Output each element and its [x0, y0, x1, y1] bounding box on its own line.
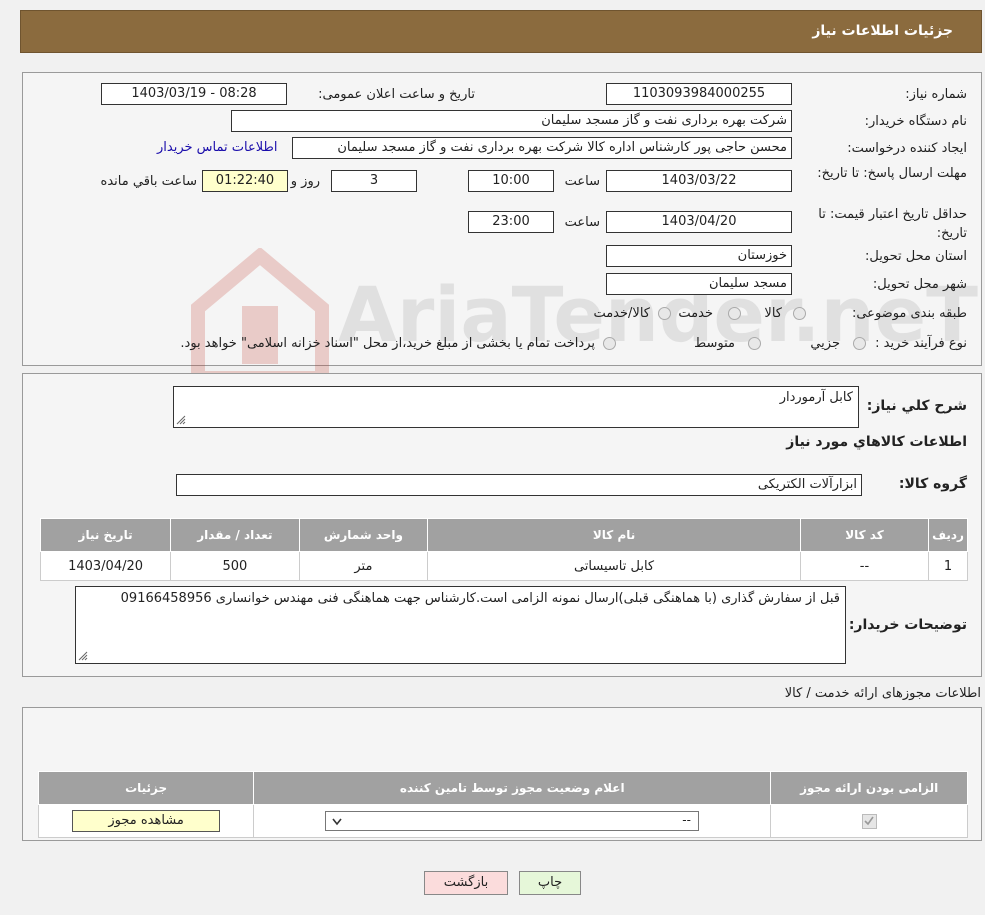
- page-title: جزئیات اطلاعات نیاز: [812, 23, 953, 39]
- summary-label: شرح کلي نياز:: [866, 398, 967, 414]
- cell-goods-name: کابل تاسیساتی: [427, 551, 801, 581]
- process-radio-medium[interactable]: [748, 337, 761, 350]
- process-option-minor: جزیي: [810, 336, 840, 351]
- table-row: -- مشاهده مجوز: [37, 804, 968, 838]
- watermark-logo-icon: [191, 248, 329, 385]
- category-option-goods-service: کالا/خدمت: [593, 306, 650, 321]
- resize-grip-icon: [78, 651, 88, 661]
- goods-group-label: گروه کالا:: [898, 476, 967, 492]
- col-permit-details: جزئیات: [37, 771, 255, 805]
- cell-permit-details: مشاهده مجوز: [37, 804, 255, 838]
- process-note: پرداخت تمام یا بخشی از مبلغ خرید،از محل …: [180, 336, 595, 351]
- category-label: طبقه بندی موضوعی:: [851, 306, 967, 321]
- validity-time-field: 23:00: [468, 211, 554, 233]
- back-button[interactable]: بازگشت: [424, 871, 508, 895]
- col-quantity: تعداد / مقدار: [170, 518, 300, 552]
- page-header: جزئیات اطلاعات نیاز: [20, 10, 982, 53]
- buyer-org-label: نام دستگاه خریدار:: [864, 114, 967, 129]
- goods-table: رديف کد کالا نام کالا واحد شمارش تعداد /…: [39, 518, 968, 581]
- cell-permit-status: --: [253, 804, 772, 838]
- cell-goods-code: --: [799, 551, 930, 581]
- cell-need-date: 1403/04/20: [39, 551, 172, 581]
- view-permit-button[interactable]: مشاهده مجوز: [72, 810, 221, 832]
- deadline-time-field: 10:00: [468, 170, 554, 192]
- table-row: 1 -- کابل تاسیساتی متر 500 1403/04/20: [39, 551, 968, 581]
- chevron-down-icon: [332, 818, 342, 826]
- buyer-notes-value: قبل از سفارش گذاری (با هماهنگی قبلی)ارسا…: [120, 591, 840, 606]
- buyer-notes-textarea: قبل از سفارش گذاری (با هماهنگی قبلی)ارسا…: [75, 586, 846, 664]
- col-goods-name: نام کالا: [427, 518, 801, 552]
- requester-label: ایجاد کننده درخواست:: [847, 141, 967, 156]
- category-radio-goods[interactable]: [793, 307, 806, 320]
- remaining-label: ساعت باقي مانده: [100, 174, 197, 189]
- process-radio-treasury[interactable]: [603, 337, 616, 350]
- category-radio-service[interactable]: [728, 307, 741, 320]
- permits-table-header-row: الزامی بودن ارائه مجوز اعلام وضعیت مجوز …: [37, 771, 968, 805]
- buyer-notes-label: توضیحات خریدار:: [848, 617, 967, 633]
- checkmark-icon: [864, 816, 874, 825]
- city-label: شهر محل تحویل:: [872, 277, 967, 292]
- process-option-medium: متوسط: [694, 336, 735, 351]
- summary-value: کابل آرموردار: [779, 390, 853, 405]
- permits-table: الزامی بودن ارائه مجوز اعلام وضعیت مجوز …: [37, 771, 968, 838]
- permit-required-checkbox[interactable]: [861, 813, 877, 829]
- category-radio-goods-service[interactable]: [658, 307, 671, 320]
- category-option-service: خدمت: [678, 306, 713, 321]
- announce-field: 1403/03/19 - 08:28: [101, 83, 287, 105]
- goods-group-field: ابزارآلات الکتریکی: [176, 474, 862, 496]
- col-unit: واحد شمارش: [298, 518, 429, 552]
- resize-grip-icon: [176, 415, 186, 425]
- province-label: استان محل تحویل:: [865, 249, 967, 264]
- process-radio-minor[interactable]: [853, 337, 866, 350]
- buyer-org-field: شرکت بهره برداری نفت و گاز مسجد سلیمان: [231, 110, 792, 132]
- requester-field: محسن حاجی پور کارشناس اداره کالا شرکت به…: [292, 137, 792, 159]
- cell-quantity: 500: [170, 551, 300, 581]
- cell-row-number: 1: [928, 551, 968, 581]
- announce-label: تاریخ و ساعت اعلان عمومی:: [318, 87, 475, 102]
- col-permit-required: الزامی بودن ارائه مجوز: [770, 771, 968, 805]
- permits-section-title: اطلاعات مجوزهای ارائه خدمت / کالا: [784, 686, 981, 701]
- print-button[interactable]: چاپ: [519, 871, 581, 895]
- summary-textarea: کابل آرموردار: [173, 386, 859, 428]
- province-field: خوزستان: [606, 245, 792, 267]
- category-option-goods: کالا: [764, 306, 782, 321]
- permit-status-value: --: [682, 813, 691, 827]
- cell-unit: متر: [298, 551, 429, 581]
- cell-permit-required: [770, 804, 968, 838]
- city-field: مسجد سلیمان: [606, 273, 792, 295]
- need-number-label: شماره نیاز:: [905, 87, 967, 102]
- col-permit-status: اعلام وضعیت مجوز توسط تامین کننده: [253, 771, 772, 805]
- buyer-contact-link[interactable]: اطلاعات تماس خریدار: [157, 140, 277, 155]
- col-need-date: تاریخ نیاز: [39, 518, 172, 552]
- deadline-label: مهلت ارسال پاسخ: تا تاریخ:: [817, 166, 967, 181]
- col-goods-code: کد کالا: [799, 518, 930, 552]
- permit-status-select[interactable]: --: [325, 811, 700, 831]
- col-row-number: رديف: [928, 518, 968, 552]
- remaining-time-field: 01:22:40: [202, 170, 288, 192]
- validity-label: حداقل تاریخ اعتبار قیمت: تا تاریخ:: [818, 207, 967, 241]
- deadline-date-field: 1403/03/22: [606, 170, 792, 192]
- goods-section-title: اطلاعات کالاهاي مورد نياز: [786, 434, 967, 450]
- deadline-time-label: ساعت: [564, 174, 600, 189]
- need-number-field: 1103093984000255: [606, 83, 792, 105]
- days-label: روز و: [290, 174, 320, 189]
- process-label: نوع فرآیند خرید :: [875, 336, 967, 351]
- days-field: 3: [331, 170, 417, 192]
- goods-table-header-row: رديف کد کالا نام کالا واحد شمارش تعداد /…: [39, 518, 968, 552]
- validity-time-label: ساعت: [564, 215, 600, 230]
- validity-date-field: 1403/04/20: [606, 211, 792, 233]
